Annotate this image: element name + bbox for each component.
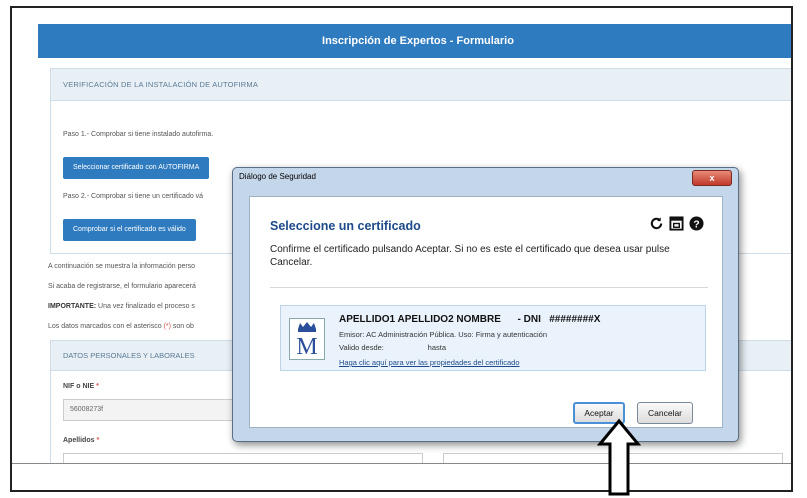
required-note-text: Los datos marcados con el asterisco [48, 323, 164, 330]
dialog-title: Diálogo de Seguridad [239, 172, 316, 181]
required-note-end: son ob [170, 323, 194, 330]
refresh-icon[interactable] [648, 215, 664, 231]
svg-text:?: ? [693, 219, 699, 230]
step2-text: Paso 2.- Comprobar si tiene un certifica… [63, 193, 204, 200]
important-notice: IMPORTANTE: Una vez finalizado el proces… [48, 303, 195, 310]
pointer-arrow-icon [597, 418, 641, 496]
check-certificate-button[interactable]: Comprobar si el certificado es válido [63, 219, 196, 241]
cancel-button[interactable]: Cancelar [637, 402, 693, 424]
crown-emblem-icon: M [289, 318, 325, 360]
required-fields-note: Los datos marcados con el asterisco (*) … [48, 323, 194, 330]
dialog-separator [270, 287, 708, 288]
step1-text: Paso 1.- Comprobar si tiene instalado au… [63, 131, 214, 138]
dialog-close-button[interactable]: x [692, 170, 732, 186]
dialog-toolbar: ? [648, 215, 704, 231]
required-marker: (*) [163, 323, 171, 330]
select-certificate-button[interactable]: Seleccionar certificado con AUTOFIRMA [63, 157, 210, 179]
dialog-heading: Seleccione un certificado [270, 219, 421, 233]
nif-label-text: NIF o NIE [63, 383, 95, 390]
apellidos-label-text: Apellidos [63, 437, 95, 444]
dialog-message: Confirme el certificado pulsando Aceptar… [270, 244, 670, 268]
page-title: Inscripción de Expertos - Formulario [38, 24, 791, 58]
important-label: IMPORTANTE: [48, 303, 97, 310]
nif-required-marker: * [96, 383, 99, 390]
nif-field[interactable]: 56008273f [63, 399, 243, 421]
nif-label: NIF o NIE * [63, 383, 99, 390]
certificate-issuer: Emisor: AC Administración Pública. Uso: … [339, 330, 547, 339]
info-text-1: A continuación se muestra la información… [48, 263, 196, 270]
certificate-properties-link[interactable]: Haga clic aquí para ver las propiedades … [339, 358, 520, 367]
window-icon[interactable] [668, 215, 684, 231]
certificate-item[interactable]: M APELLIDO1 APELLIDO2 NOMBRE - DNI #####… [280, 305, 706, 371]
dialog-content: Seleccione un certificado ? Confirme el … [249, 196, 723, 428]
certificate-holder: APELLIDO1 APELLIDO2 NOMBRE - DNI #######… [339, 314, 601, 325]
apellidos-required-marker: * [96, 437, 100, 444]
help-icon[interactable]: ? [688, 215, 704, 231]
apellidos-label: Apellidos * [63, 437, 99, 444]
info-text-2: Si acaba de registrarse, el formulario a… [48, 283, 196, 290]
svg-text:M: M [296, 334, 317, 358]
important-text: Una vez finalizado el proceso s [96, 303, 195, 310]
certificate-validity: Valido desde: hasta [339, 343, 446, 352]
verification-heading: VERIFICACIÓN DE LA INSTALACIÓN DE AUTOFI… [51, 69, 791, 101]
bottom-strip [12, 463, 791, 490]
security-dialog: Diálogo de Seguridad x Seleccione un cer… [232, 167, 739, 442]
